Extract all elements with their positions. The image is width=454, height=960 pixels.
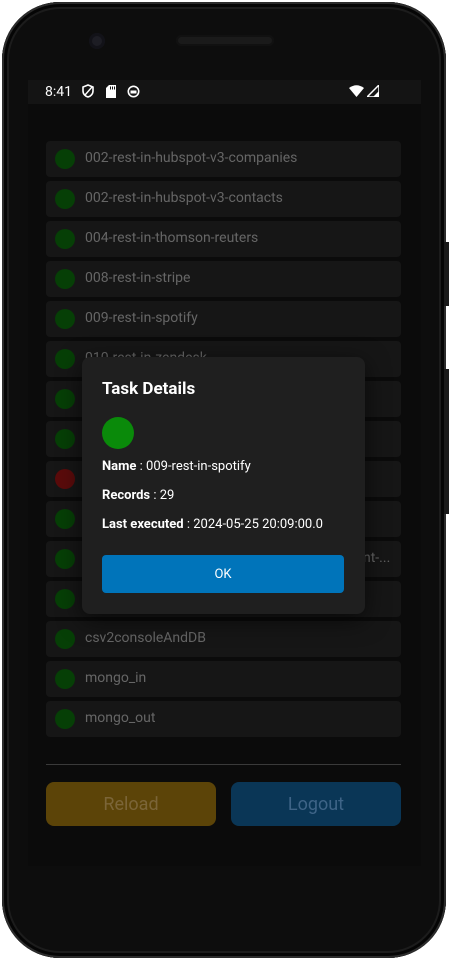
task-row[interactable]: 004-rest-in-thomson-reuters <box>46 221 401 257</box>
status-ok-icon <box>102 417 134 449</box>
task-label: nt-... <box>363 550 391 566</box>
status-ok-icon <box>55 509 75 529</box>
status-ok-icon <box>55 189 75 209</box>
task-row[interactable]: mongo_out <box>46 701 401 737</box>
cloud-sync-icon <box>126 84 140 98</box>
status-ok-icon <box>55 149 75 169</box>
status-ok-icon <box>55 629 75 649</box>
task-details-dialog: Task Details Name : 009-rest-in-spotify … <box>82 357 365 614</box>
task-label: 004-rest-in-thomson-reuters <box>85 230 259 246</box>
sd-card-icon <box>105 84 117 98</box>
last-executed-value: 2024-05-25 20:09:00.0 <box>193 517 323 532</box>
task-row[interactable]: mongo_in <box>46 661 401 697</box>
task-label: csv2consoleAndDB <box>85 630 206 646</box>
dialog-title: Task Details <box>102 379 196 399</box>
power-button <box>444 242 449 306</box>
status-ok-icon <box>55 309 75 329</box>
status-ok-icon <box>55 669 75 689</box>
status-ok-icon <box>55 349 75 369</box>
task-row[interactable]: 008-rest-in-stripe <box>46 261 401 297</box>
last-executed-row: Last executed : 2024-05-25 20:09:00.0 <box>102 517 323 532</box>
status-bar: 8:41 <box>28 80 421 104</box>
task-label: mongo_in <box>85 670 147 686</box>
status-ok-icon <box>55 389 75 409</box>
task-row[interactable]: 002-rest-in-hubspot-v3-companies <box>46 141 401 177</box>
status-ok-icon <box>55 549 75 569</box>
task-label: 008-rest-in-stripe <box>85 270 191 286</box>
wifi-icon <box>348 84 364 98</box>
status-error-icon <box>55 469 75 489</box>
divider <box>46 764 401 765</box>
last-executed-label: Last executed <box>102 517 184 532</box>
status-ok-icon <box>55 709 75 729</box>
status-time: 8:41 <box>45 84 72 100</box>
records-label: Records <box>102 488 151 503</box>
task-label: 009-rest-in-spotify <box>85 310 198 326</box>
task-row[interactable]: csv2consoleAndDB <box>46 621 401 657</box>
task-label: 002-rest-in-hubspot-v3-companies <box>85 150 298 166</box>
volume-button <box>444 369 449 514</box>
shield-icon <box>81 84 95 98</box>
task-name-row: Name : 009-rest-in-spotify <box>102 459 251 474</box>
ok-button[interactable]: OK <box>102 555 344 593</box>
front-camera <box>89 33 105 49</box>
task-row[interactable]: 002-rest-in-hubspot-v3-contacts <box>46 181 401 217</box>
logout-button[interactable]: Logout <box>231 782 401 826</box>
earpiece-speaker <box>176 35 274 46</box>
records-value: 29 <box>159 488 175 503</box>
app-screen: 8:41 002-rest-in-hubspot-v3-companies 00… <box>28 80 421 866</box>
status-ok-icon <box>55 589 75 609</box>
name-value: 009-rest-in-spotify <box>146 459 251 474</box>
name-label: Name <box>102 459 137 474</box>
status-ok-icon <box>55 429 75 449</box>
task-row[interactable]: 009-rest-in-spotify <box>46 301 401 337</box>
reload-button[interactable]: Reload <box>46 782 216 826</box>
task-label: mongo_out <box>85 710 156 726</box>
phone-frame: 8:41 002-rest-in-hubspot-v3-companies 00… <box>2 2 449 958</box>
task-label: 002-rest-in-hubspot-v3-contacts <box>85 190 283 206</box>
records-row: Records : 29 <box>102 488 175 503</box>
status-ok-icon <box>55 229 75 249</box>
status-ok-icon <box>55 269 75 289</box>
cell-signal-icon <box>366 84 380 98</box>
